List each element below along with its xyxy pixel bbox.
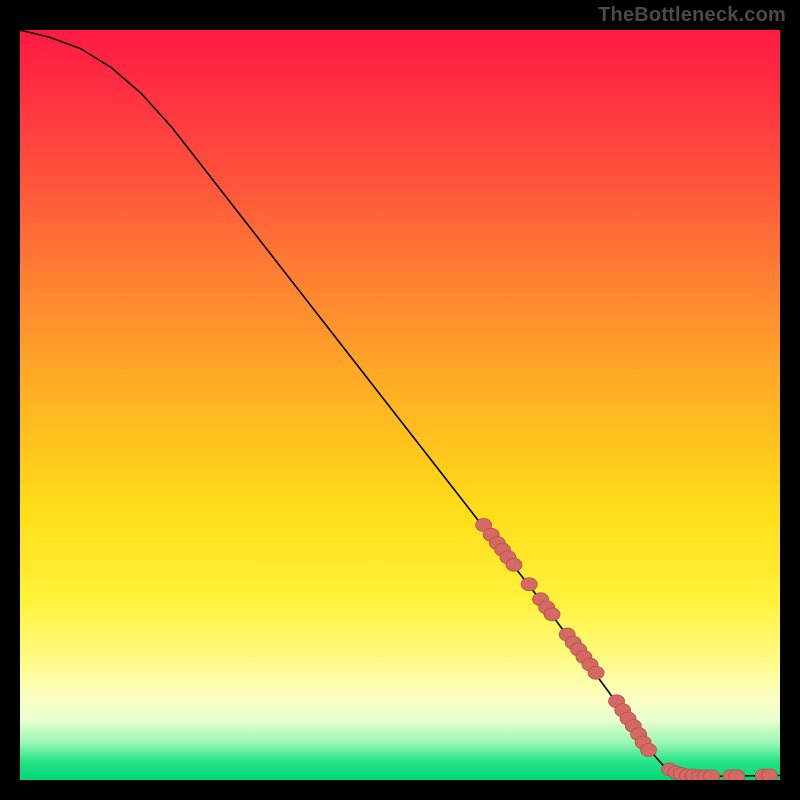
curve-marker bbox=[521, 578, 537, 591]
curve-marker bbox=[729, 770, 745, 780]
curve-marker bbox=[704, 770, 720, 780]
curve-marker bbox=[641, 744, 657, 757]
curve-marker bbox=[506, 558, 522, 571]
curve-marker bbox=[761, 769, 777, 780]
curve-marker bbox=[544, 608, 560, 621]
chart-area bbox=[20, 30, 780, 780]
marker-group bbox=[476, 519, 778, 781]
bottleneck-curve bbox=[20, 30, 780, 776]
attribution-text: TheBottleneck.com bbox=[598, 4, 786, 27]
chart-overlay bbox=[20, 30, 780, 780]
curve-marker bbox=[588, 666, 604, 679]
